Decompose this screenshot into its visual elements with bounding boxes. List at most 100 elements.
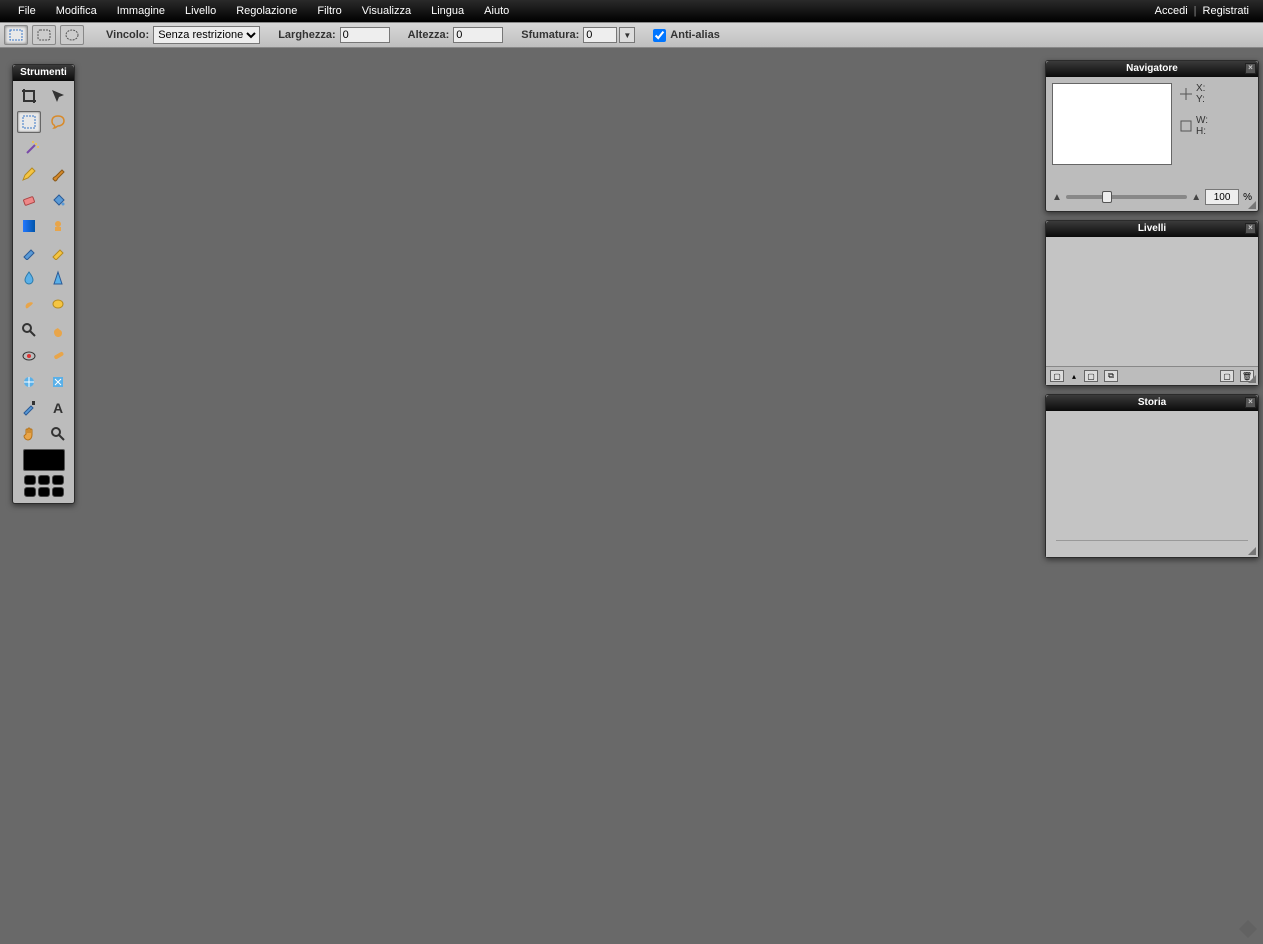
history-panel: Storia × — [1045, 394, 1259, 558]
menu-filtro[interactable]: Filtro — [307, 5, 351, 17]
layers-panel-title[interactable]: Livelli × — [1046, 221, 1258, 237]
history-divider — [1056, 540, 1248, 541]
menu-immagine[interactable]: Immagine — [107, 5, 175, 17]
width-group: Larghezza: — [278, 27, 389, 43]
dimensions-icon — [1180, 120, 1192, 132]
options-bar: Vincolo: Senza restrizione Larghezza: Al… — [0, 22, 1263, 48]
dodge-tool-icon[interactable] — [17, 319, 41, 341]
crop-tool-icon[interactable] — [17, 85, 41, 107]
swatch-4[interactable] — [24, 487, 36, 497]
register-link[interactable]: Registrati — [1197, 5, 1255, 17]
menu-modifica[interactable]: Modifica — [46, 5, 107, 17]
resize-grip[interactable] — [1246, 199, 1256, 209]
drawing-tool-icon[interactable] — [46, 241, 70, 263]
red-eye-tool-icon[interactable] — [17, 345, 41, 367]
zoom-tool-icon[interactable] — [46, 423, 70, 445]
spot-heal-tool-icon[interactable] — [46, 345, 70, 367]
feather-dropdown-icon[interactable]: ▼ — [619, 27, 635, 43]
color-replace-tool-icon[interactable] — [17, 241, 41, 263]
nav-h-label: H: — [1196, 126, 1208, 137]
paint-bucket-tool-icon[interactable] — [46, 189, 70, 211]
zoom-out-icon[interactable]: ▲ — [1052, 192, 1062, 203]
new-layer-icon[interactable]: ▢ — [1084, 370, 1098, 382]
marquee-rounded-icon[interactable] — [32, 25, 56, 45]
antialias-label: Anti-alias — [670, 29, 720, 41]
sponge-tool-icon[interactable] — [46, 293, 70, 315]
zoom-in-icon[interactable]: ▲ — [1191, 192, 1201, 203]
duplicate-layer-icon[interactable]: ⧉ — [1104, 370, 1118, 382]
tools-panel-title[interactable]: Strumenti — [13, 65, 74, 81]
close-icon[interactable]: × — [1245, 397, 1256, 408]
svg-text:A: A — [53, 400, 63, 416]
eraser-tool-icon[interactable] — [17, 189, 41, 211]
layer-settings-icon[interactable]: ▢ — [1050, 370, 1064, 382]
gradient-tool-icon[interactable] — [17, 215, 41, 237]
height-input[interactable] — [453, 27, 503, 43]
zoom-slider-thumb[interactable] — [1102, 191, 1112, 203]
lasso-tool-icon[interactable] — [46, 111, 70, 133]
navigator-title-text: Navigatore — [1126, 63, 1178, 74]
menu-regolazione[interactable]: Regolazione — [226, 5, 307, 17]
history-list[interactable] — [1046, 411, 1258, 557]
nav-y-label: Y: — [1196, 94, 1205, 105]
resize-grip[interactable] — [1246, 545, 1256, 555]
marquee-tool-icon[interactable] — [17, 111, 41, 133]
tools-panel: Strumenti — [12, 64, 75, 504]
tools-title-text: Strumenti — [20, 67, 67, 78]
brush-tool-icon[interactable] — [46, 163, 70, 185]
menu-livello[interactable]: Livello — [175, 5, 226, 17]
login-link[interactable]: Accedi — [1149, 5, 1194, 17]
eyedropper-tool-icon[interactable] — [17, 397, 41, 419]
feather-label: Sfumatura: — [521, 29, 579, 41]
foreground-color-swatch[interactable] — [23, 449, 65, 471]
close-icon[interactable]: × — [1245, 63, 1256, 74]
pencil-tool-icon[interactable] — [17, 163, 41, 185]
close-icon[interactable]: × — [1245, 223, 1256, 234]
history-panel-title[interactable]: Storia × — [1046, 395, 1258, 411]
swatch-1[interactable] — [24, 475, 36, 485]
menu-lingua[interactable]: Lingua — [421, 5, 474, 17]
type-tool-icon[interactable]: A — [46, 397, 70, 419]
smudge-tool-icon[interactable] — [17, 293, 41, 315]
crosshair-icon — [1180, 88, 1192, 100]
swatch-5[interactable] — [38, 487, 50, 497]
constraint-label: Vincolo: — [106, 29, 149, 41]
constraint-group: Vincolo: Senza restrizione — [106, 26, 260, 44]
marquee-rect-icon[interactable] — [4, 25, 28, 45]
blur-tool-icon[interactable] — [17, 267, 41, 289]
sharpen-tool-icon[interactable] — [46, 267, 70, 289]
history-title-text: Storia — [1138, 397, 1166, 408]
menu-aiuto[interactable]: Aiuto — [474, 5, 519, 17]
swatch-2[interactable] — [38, 475, 50, 485]
resize-grip[interactable] — [1246, 373, 1256, 383]
swatch-3[interactable] — [52, 475, 64, 485]
move-tool-icon[interactable] — [46, 85, 70, 107]
feather-input[interactable] — [583, 27, 617, 43]
antialias-checkbox[interactable] — [653, 29, 666, 42]
pinch-tool-icon[interactable] — [46, 371, 70, 393]
layers-panel: Livelli × ▢ ▴ ▢ ⧉ ▢ 🗑 — [1045, 220, 1259, 386]
height-label: Altezza: — [408, 29, 450, 41]
constraint-select[interactable]: Senza restrizione — [153, 26, 260, 44]
antialias-group: Anti-alias — [653, 29, 724, 42]
bloat-tool-icon[interactable] — [17, 371, 41, 393]
hand-tool-icon[interactable] — [17, 423, 41, 445]
navigator-preview[interactable] — [1052, 83, 1172, 165]
layers-list[interactable] — [1046, 237, 1258, 367]
width-label: Larghezza: — [278, 29, 335, 41]
burn-tool-icon[interactable] — [46, 319, 70, 341]
menu-file[interactable]: File — [8, 5, 46, 17]
swatch-6[interactable] — [52, 487, 64, 497]
app-logo-icon — [1237, 918, 1259, 940]
navigator-panel: Navigatore × X: Y: W: H: — [1045, 60, 1259, 212]
layer-mask-icon[interactable]: ▢ — [1220, 370, 1234, 382]
zoom-slider[interactable] — [1066, 195, 1187, 199]
zoom-value-input[interactable] — [1205, 189, 1239, 205]
marquee-ellipse-icon[interactable] — [60, 25, 84, 45]
layer-up-icon[interactable]: ▴ — [1070, 370, 1078, 382]
width-input[interactable] — [340, 27, 390, 43]
clone-stamp-tool-icon[interactable] — [46, 215, 70, 237]
wand-tool-icon[interactable] — [20, 137, 44, 159]
menu-visualizza[interactable]: Visualizza — [352, 5, 421, 17]
navigator-panel-title[interactable]: Navigatore × — [1046, 61, 1258, 77]
